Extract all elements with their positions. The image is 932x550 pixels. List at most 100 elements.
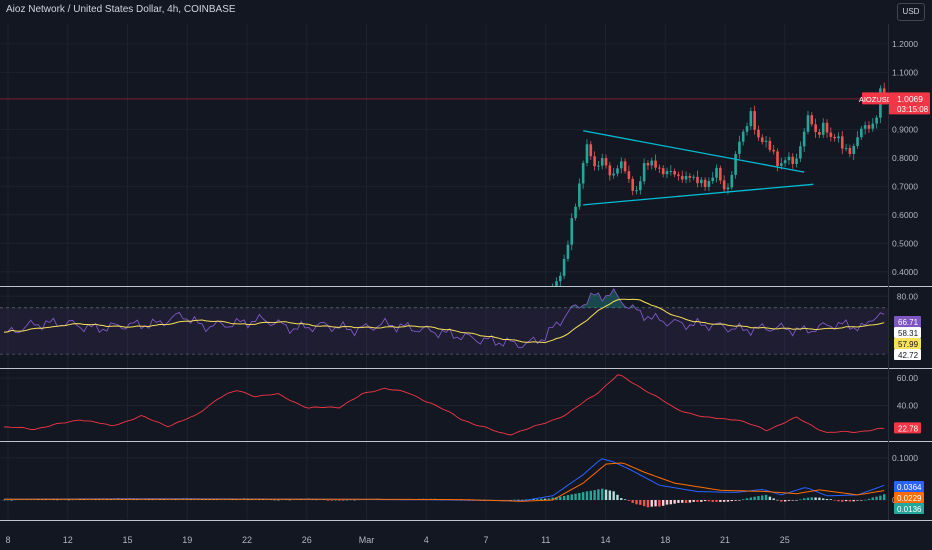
candle-body xyxy=(795,158,798,164)
adx-value-label: 22.78 xyxy=(898,424,919,433)
x-tick-label: 14 xyxy=(600,535,610,545)
macd-value-label: 0.0364 xyxy=(897,483,922,492)
macd-histogram-bar xyxy=(559,496,562,500)
macd-histogram-bar xyxy=(837,500,840,502)
macd-histogram-bar xyxy=(722,500,726,502)
candle-body xyxy=(814,124,817,133)
macd-histogram-bar xyxy=(700,500,703,502)
macd-histogram-bar xyxy=(806,497,810,500)
candle-body xyxy=(627,171,631,179)
candle-body xyxy=(837,136,840,139)
y-tick-label: 0.4000 xyxy=(892,267,918,277)
macd-histogram-bar xyxy=(761,495,764,500)
macd-histogram-bar xyxy=(734,500,737,501)
x-tick-label: 12 xyxy=(63,535,73,545)
candle-body xyxy=(764,140,768,142)
candle-body xyxy=(578,183,581,207)
candle-body xyxy=(825,122,829,133)
trading-chart[interactable]: 8 12 15 19 22 26 Mar 4 7 11 14 18 21 25 1.2000 1.1000 0.… xyxy=(0,0,932,550)
macd-histogram-bar xyxy=(665,500,669,505)
macd-histogram-bar xyxy=(688,500,692,503)
y-tick-label: 0.7000 xyxy=(892,181,918,191)
macd-histogram-bar xyxy=(844,500,848,502)
macd-histogram-bar xyxy=(669,500,673,505)
macd-histogram-bar xyxy=(10,499,13,501)
macd-histogram-bar xyxy=(707,500,711,502)
macd-histogram-bar xyxy=(627,500,631,501)
candle-body xyxy=(707,181,711,187)
macd-histogram-bar xyxy=(852,500,855,502)
candle-body xyxy=(711,177,715,182)
macd-histogram-bar xyxy=(330,500,333,501)
macd-histogram-bar xyxy=(536,499,539,500)
rsi-value-label: 42.72 xyxy=(898,351,919,360)
candle-body xyxy=(821,122,825,135)
macd-histogram-bar xyxy=(730,500,733,502)
candle-body xyxy=(616,168,619,174)
last-price-label: 1.0069 xyxy=(897,94,923,104)
y-tick-label: 1.2000 xyxy=(892,39,918,49)
macd-histogram-bar xyxy=(593,490,596,500)
macd-histogram-bar xyxy=(604,489,608,500)
rsi-value-label: 58.31 xyxy=(898,329,919,338)
y-tick-label: 0.1000 xyxy=(892,453,918,463)
macd-histogram-bar xyxy=(681,500,684,503)
candle-body xyxy=(852,146,856,154)
candle-body xyxy=(600,158,604,166)
candle-body xyxy=(863,125,867,129)
macd-histogram-bar xyxy=(757,496,760,500)
y-tick-label: 0.6000 xyxy=(892,210,918,220)
candle-body xyxy=(559,275,562,282)
candle-body xyxy=(783,160,787,164)
candle-body xyxy=(757,129,760,138)
rsi-value-label: 57.99 xyxy=(898,340,919,349)
macd-histogram-bar xyxy=(646,500,650,508)
macd-histogram-bar xyxy=(772,498,775,500)
macd-value-label: 0.0229 xyxy=(897,494,922,503)
chart-title: Aioz Network / United States Dollar, 4h,… xyxy=(6,4,236,15)
x-tick-label: 8 xyxy=(5,535,10,545)
macd-histogram-bar xyxy=(597,489,600,500)
macd-histogram-bar xyxy=(783,500,787,502)
candle-body xyxy=(654,160,657,168)
candle-body xyxy=(623,161,627,172)
macd-histogram-bar xyxy=(578,492,581,500)
macd-histogram-bar xyxy=(764,494,768,500)
macd-histogram-bar xyxy=(753,496,756,500)
candle-body xyxy=(635,190,638,192)
x-tick-label: 18 xyxy=(660,535,670,545)
y-tick-label: 1.1000 xyxy=(892,67,918,77)
candle-body xyxy=(646,163,650,166)
candle-body xyxy=(562,258,566,276)
candle-body xyxy=(806,115,810,132)
currency-button[interactable]: USD xyxy=(897,3,925,21)
candle-body xyxy=(658,167,661,169)
y-tick-label: 80.00 xyxy=(897,291,919,301)
macd-histogram-bar xyxy=(882,494,886,500)
macd-histogram-bar xyxy=(585,491,589,500)
candle-body xyxy=(669,171,673,173)
macd-histogram-bar xyxy=(684,500,688,504)
candle-body xyxy=(745,126,749,132)
macd-histogram-bar xyxy=(341,500,345,501)
countdown-label: 03:15:08 xyxy=(897,105,929,114)
macd-histogram-bar xyxy=(814,497,817,500)
macd-histogram-bar xyxy=(749,497,753,500)
candle-body xyxy=(791,156,795,164)
macd-histogram-bar xyxy=(2,499,6,501)
candle-body xyxy=(619,161,623,169)
candle-body xyxy=(844,148,848,150)
macd-histogram-bar xyxy=(799,499,802,501)
macd-histogram-bar xyxy=(326,500,330,501)
macd-histogram-bar xyxy=(581,492,585,500)
macd-histogram-bar xyxy=(860,500,863,501)
candle-body xyxy=(673,171,676,175)
candle-body xyxy=(684,175,688,180)
macd-histogram-bar xyxy=(795,500,798,501)
candle-body xyxy=(715,167,718,178)
macd-histogram-bar xyxy=(570,494,573,500)
macd-histogram-bar xyxy=(711,500,714,502)
candle-body xyxy=(566,244,570,259)
candle-body xyxy=(787,156,791,161)
macd-histogram-bar xyxy=(677,500,680,503)
